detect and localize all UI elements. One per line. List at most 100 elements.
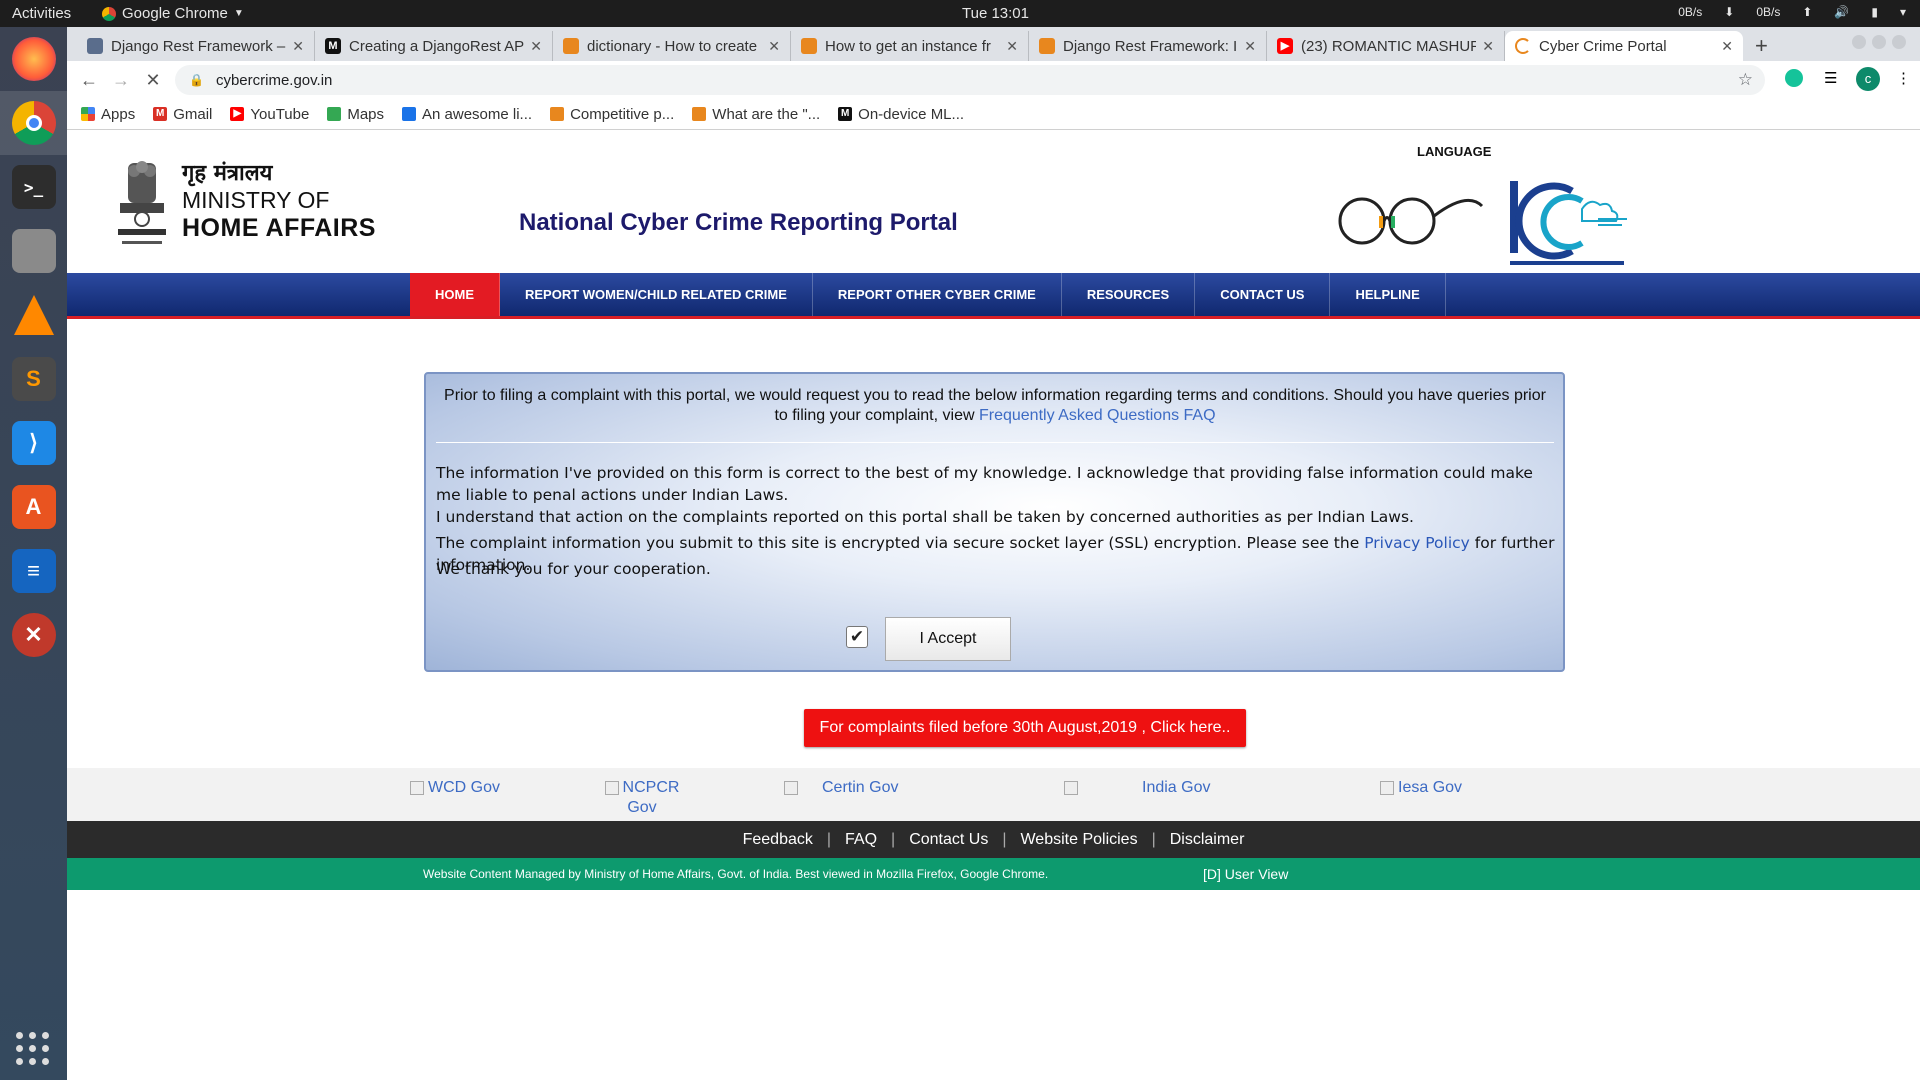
language-selector[interactable]: LANGUAGE [1417, 144, 1491, 159]
new-tab-icon[interactable]: + [1755, 33, 1768, 59]
bookmark-competitive[interactable]: Competitive p... [550, 106, 674, 123]
close-icon[interactable]: ✕ [768, 38, 780, 55]
bookmark-what-are-the[interactable]: What are the "... [692, 106, 820, 123]
chart-icon [402, 107, 417, 121]
dock-vscode[interactable]: ⟩ [0, 411, 67, 475]
terms-paragraph-accuracy: The information I've provided on this fo… [436, 464, 1533, 504]
vscode-icon: ⟩ [11, 421, 56, 465]
partner-certin-link[interactable]: Certin Gov [784, 778, 898, 798]
footer-contact-link[interactable]: Contact Us [909, 831, 988, 849]
app-menu[interactable]: Google Chrome ▼ [102, 5, 244, 22]
i4c-logo-icon [1510, 181, 1627, 265]
dock-vlc[interactable] [0, 283, 67, 347]
browser-menu-icon[interactable]: ⋮ [1896, 69, 1911, 87]
battery-icon[interactable]: ▮ [1871, 5, 1878, 19]
i-accept-button[interactable]: I Accept [885, 617, 1011, 661]
nav-report-other-cyber-crime[interactable]: REPORT OTHER CYBER CRIME [813, 273, 1062, 316]
net-down-label: 0B/s [1678, 5, 1703, 19]
stackoverflow-icon [550, 107, 565, 121]
vlc-icon [13, 295, 54, 335]
chrome-icon [102, 6, 116, 21]
youtube-icon: ▶ [230, 107, 245, 121]
partner-links: WCD Gov NCPCR Gov Certin Gov India Gov I… [67, 768, 1920, 821]
tab-stackoverflow-2[interactable]: How to get an instance fr ✕ [791, 31, 1029, 61]
nav-resources[interactable]: RESOURCES [1062, 273, 1196, 316]
bookmark-label: Maps [347, 105, 385, 123]
browser-chrome: Django Rest Framework – ✕ M Creating a Dja… [67, 27, 1920, 130]
maximize-icon[interactable] [1872, 35, 1886, 49]
omnibox[interactable]: 🔒 cybercrime.gov.in ☆ [175, 65, 1765, 95]
bookmark-youtube[interactable]: ▶ YouTube [230, 106, 309, 123]
accept-terms-checkbox[interactable]: ✔ [846, 626, 868, 648]
bookmark-label: Apps [101, 105, 136, 123]
back-arrow-icon[interactable]: ← [73, 70, 105, 91]
grammarly-extension-icon[interactable] [1785, 69, 1803, 87]
close-icon[interactable]: ✕ [530, 38, 542, 55]
dock-files[interactable] [0, 219, 67, 283]
tab-cyber-crime-portal[interactable]: Cyber Crime Portal ✕ [1505, 31, 1743, 61]
footer-feedback-link[interactable]: Feedback [743, 831, 813, 849]
nav-contact-us[interactable]: CONTACT US [1195, 273, 1331, 316]
privacy-policy-link[interactable]: Privacy Policy [1364, 534, 1470, 552]
footer-disclaimer-link[interactable]: Disclaimer [1170, 831, 1245, 849]
mha-logo[interactable]: गृह मंत्रालय MINISTRY OF HOME AFFAIRS [112, 157, 376, 253]
footer-faq-link[interactable]: FAQ [845, 831, 877, 849]
nav-report-women-child-crime[interactable]: REPORT WOMEN/CHILD RELATED CRIME [500, 273, 813, 316]
power-menu-icon[interactable]: ▾ [1900, 5, 1906, 19]
tab-django-rest-1[interactable]: Django Rest Framework – ✕ [77, 31, 315, 61]
terms-paragraph-thanks: We thank you for your cooperation. [436, 560, 711, 578]
dock-chrome[interactable] [0, 91, 67, 155]
close-icon[interactable]: ✕ [292, 38, 304, 55]
media-control-icon[interactable]: ☰ [1824, 69, 1837, 87]
tab-stackoverflow-1[interactable]: dictionary - How to create ✕ [553, 31, 791, 61]
volume-icon[interactable]: 🔊 [1834, 5, 1849, 19]
close-icon[interactable]: ✕ [1721, 38, 1733, 55]
bookmark-gmail[interactable]: M Gmail [153, 106, 212, 123]
profile-avatar[interactable]: c [1856, 67, 1880, 91]
stop-loading-icon[interactable]: ✕ [137, 70, 169, 91]
show-applications-icon[interactable] [16, 1032, 50, 1066]
close-icon[interactable]: ✕ [1006, 38, 1018, 55]
bookmark-star-icon[interactable]: ☆ [1738, 70, 1753, 90]
dock-terminal[interactable]: >_ [0, 155, 67, 219]
bookmark-label: An awesome li... [422, 105, 533, 123]
bookmark-apps[interactable]: Apps [81, 106, 135, 123]
clock[interactable]: Tue 13:01 [962, 5, 1029, 22]
forward-arrow-icon[interactable]: → [105, 70, 137, 91]
dock-writer[interactable]: ≡ [0, 539, 67, 603]
partner-ncpcr-link[interactable]: NCPCR Gov [597, 778, 687, 818]
dock-sublime[interactable]: S [0, 347, 67, 411]
nav-home[interactable]: HOME [410, 273, 500, 316]
nav-helpline[interactable]: HELPLINE [1330, 273, 1446, 316]
dock-software[interactable]: A [0, 475, 67, 539]
firefox-icon [11, 37, 56, 81]
tab-label: How to get an instance fr [825, 37, 991, 55]
terminal-icon: >_ [11, 165, 56, 209]
system-tray[interactable]: 0B/s ⬇ 0B/s ⬆ 🔊 ▮ ▾ [1678, 5, 1906, 19]
main-navigation: HOME REPORT WOMEN/CHILD RELATED CRIME RE… [67, 273, 1920, 319]
bookmark-on-device-ml[interactable]: M On-device ML... [838, 106, 964, 123]
user-view-link[interactable]: [D] User View [1203, 866, 1288, 882]
close-icon[interactable]: ✕ [1482, 38, 1494, 55]
partner-india-gov-link[interactable]: India Gov [1064, 778, 1210, 798]
bookmark-maps[interactable]: Maps [327, 106, 384, 123]
tab-medium[interactable]: M Creating a DjangoRest AP ✕ [315, 31, 553, 61]
tab-youtube[interactable]: ▶ (23) ROMANTIC MASHUP ✕ [1267, 31, 1505, 61]
partner-iesa-link[interactable]: Iesa Gov [1380, 778, 1462, 798]
tab-stackoverflow-3[interactable]: Django Rest Framework: I ✕ [1029, 31, 1267, 61]
activities-button[interactable]: Activities [12, 5, 71, 22]
dock-settings[interactable]: ✕ [0, 603, 67, 667]
faq-link[interactable]: Frequently Asked Questions FAQ [979, 407, 1216, 424]
stackoverflow-icon [692, 107, 707, 121]
close-window-icon[interactable] [1892, 35, 1906, 49]
dock-firefox[interactable] [0, 27, 67, 91]
footer-website-policies-link[interactable]: Website Policies [1020, 831, 1137, 849]
bookmark-awesome-list[interactable]: An awesome li... [402, 106, 532, 123]
tab-favicon-icon [87, 38, 103, 54]
minimize-icon[interactable] [1852, 35, 1866, 49]
close-icon[interactable]: ✕ [1244, 38, 1256, 55]
old-complaints-button[interactable]: For complaints filed before 30th August,… [804, 709, 1246, 747]
partner-wcd-link[interactable]: WCD Gov [410, 778, 500, 798]
upload-arrow-icon: ⬆ [1802, 5, 1813, 19]
lock-icon[interactable]: 🔒 [189, 73, 204, 87]
